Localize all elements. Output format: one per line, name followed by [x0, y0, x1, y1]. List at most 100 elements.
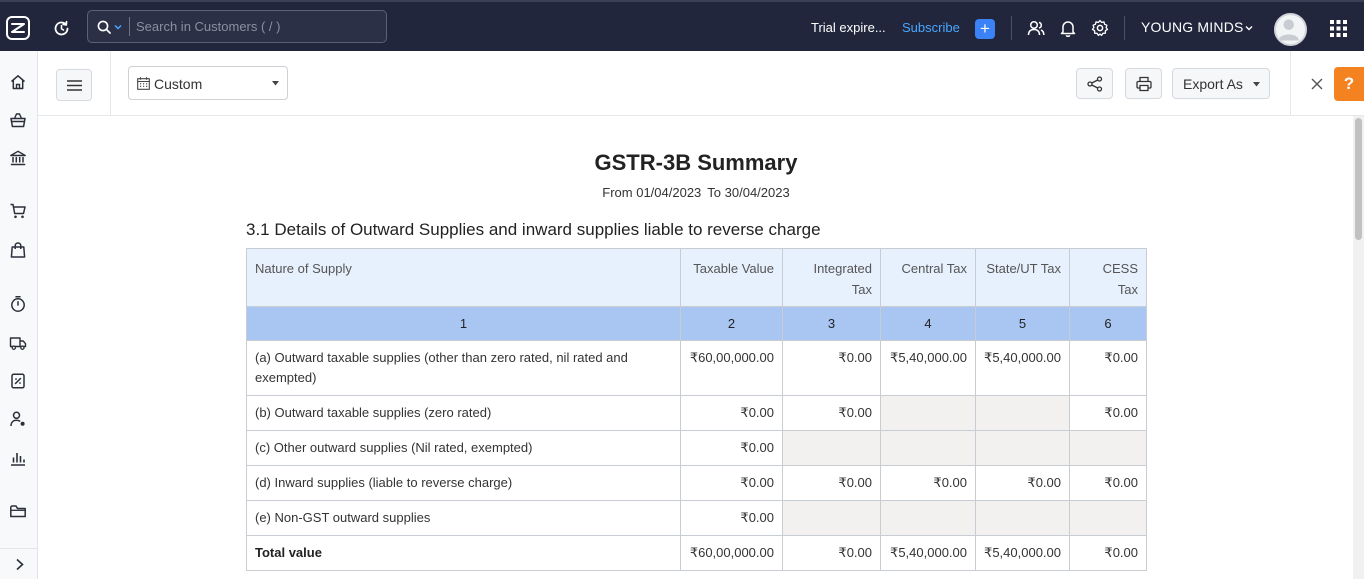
taxable-value-cell: ₹60,00,000.00: [680, 340, 783, 396]
quick-create-button[interactable]: +: [975, 19, 995, 39]
total-label: Total value: [246, 535, 681, 571]
table-header-row: Nature of Supply Taxable Value Integrate…: [246, 248, 1147, 307]
search-scope-chevron-icon[interactable]: [114, 23, 122, 31]
nature-cell: (a) Outward taxable supplies (other than…: [246, 340, 681, 396]
header-cess-tax-line2: Tax: [1117, 282, 1138, 297]
date-range-value: Custom: [154, 76, 203, 92]
outward-supplies-table: Nature of Supply Taxable Value Integrate…: [246, 248, 1147, 571]
folder-icon[interactable]: [9, 502, 27, 520]
header-integrated-tax: Integrated Tax: [782, 248, 881, 307]
table-row: (c) Other outward supplies (Nil rated, e…: [246, 430, 1147, 466]
state-tax-cell: [975, 500, 1070, 536]
cess-tax-cell: ₹0.00: [1069, 465, 1147, 501]
nature-cell: (e) Non-GST outward supplies: [246, 500, 681, 536]
central-tax-cell: [880, 430, 976, 466]
header-central-tax: Central Tax: [880, 248, 976, 307]
close-icon[interactable]: [1311, 78, 1323, 90]
hamburger-icon: [67, 80, 82, 91]
column-number: 3: [782, 306, 881, 341]
toolbar-divider: [110, 51, 111, 116]
nature-cell: (d) Inward supplies (liable to reverse c…: [246, 465, 681, 501]
accountant-icon[interactable]: [9, 410, 27, 428]
export-as-button[interactable]: Export As: [1172, 68, 1270, 99]
report-toolbar: Custom Export As ?: [38, 51, 1364, 116]
left-sidebar: [0, 51, 38, 579]
report-from-date: From 01/04/2023: [602, 185, 702, 200]
document-icon[interactable]: [9, 372, 27, 390]
share-icon: [1087, 76, 1103, 92]
app-launcher-grid-icon[interactable]: [1330, 20, 1347, 37]
nature-cell: (b) Outward taxable supplies (zero rated…: [246, 395, 681, 431]
state-tax-cell: [975, 395, 1070, 431]
nature-cell: (c) Other outward supplies (Nil rated, e…: [246, 430, 681, 466]
date-range-select[interactable]: Custom: [128, 66, 288, 100]
export-as-label: Export As: [1183, 76, 1243, 92]
integrated-tax-cell: [782, 430, 881, 466]
central-tax-cell: ₹0.00: [880, 465, 976, 501]
notifications-bell-icon[interactable]: [1059, 19, 1077, 37]
integrated-tax-cell: [782, 500, 881, 536]
state-tax-cell: ₹0.00: [975, 465, 1070, 501]
column-number-row: 1 2 3 4 5 6: [246, 306, 1147, 341]
cart-icon[interactable]: [9, 202, 27, 220]
table-row: (e) Non-GST outward supplies ₹0.00: [246, 500, 1147, 536]
scrollbar-thumb[interactable]: [1355, 118, 1362, 240]
reports-icon[interactable]: [9, 449, 27, 467]
column-number: 4: [880, 306, 976, 341]
users-icon[interactable]: [1027, 19, 1045, 37]
topbar-divider: [1011, 16, 1012, 40]
printer-icon: [1136, 76, 1152, 92]
taxable-value-cell: ₹0.00: [680, 500, 783, 536]
taxable-value-cell: ₹0.00: [680, 395, 783, 431]
section-title: 3.1 Details of Outward Supplies and inwa…: [246, 220, 821, 239]
search-input[interactable]: [136, 11, 376, 42]
column-number: 2: [680, 306, 783, 341]
vertical-scrollbar[interactable]: [1353, 116, 1364, 579]
report-date-range: From 01/04/2023 To 30/04/2023: [38, 185, 1354, 200]
print-button[interactable]: [1125, 68, 1162, 99]
trial-status-text: Trial expire...: [811, 20, 886, 35]
calendar-icon: [137, 77, 150, 90]
settings-gear-icon[interactable]: [1091, 19, 1109, 37]
organization-switcher[interactable]: YOUNG MINDS: [1141, 19, 1244, 35]
home-icon[interactable]: [9, 73, 27, 91]
state-tax-cell: [975, 430, 1070, 466]
report-title: GSTR-3B Summary: [594, 150, 798, 175]
recent-activity-icon[interactable]: [52, 19, 71, 38]
shopping-bag-icon[interactable]: [9, 241, 27, 259]
truck-icon[interactable]: [9, 334, 27, 352]
table-row: (d) Inward supplies (liable to reverse c…: [246, 465, 1147, 501]
taxable-value-cell: ₹0.00: [680, 430, 783, 466]
chevron-down-icon[interactable]: [1245, 24, 1253, 32]
cess-tax-cell: ₹0.00: [1069, 395, 1147, 431]
header-integrated-tax-line2: Tax: [851, 282, 872, 297]
header-integrated-tax-line1: Integrated: [813, 261, 872, 276]
subscribe-link[interactable]: Subscribe: [902, 20, 960, 35]
report-to-date: To 30/04/2023: [707, 185, 790, 200]
topbar-divider: [1124, 16, 1125, 40]
share-button[interactable]: [1076, 68, 1113, 99]
integrated-tax-cell: ₹0.00: [782, 340, 881, 396]
toolbar-divider: [1290, 51, 1291, 116]
bank-icon[interactable]: [9, 149, 27, 167]
user-avatar[interactable]: [1274, 13, 1307, 46]
shopping-basket-icon[interactable]: [9, 111, 27, 129]
caret-down-icon: [272, 81, 279, 86]
menu-button[interactable]: [56, 69, 92, 101]
taxable-value-cell: ₹0.00: [680, 465, 783, 501]
table-row: (a) Outward taxable supplies (other than…: [246, 340, 1147, 396]
caret-down-icon: [1253, 82, 1260, 87]
help-button[interactable]: ?: [1334, 67, 1364, 101]
global-search: [87, 10, 387, 43]
timer-icon[interactable]: [9, 295, 27, 313]
search-divider: [129, 17, 130, 36]
table-row: (b) Outward taxable supplies (zero rated…: [246, 395, 1147, 431]
top-navigation-bar: Trial expire... Subscribe + YOUNG MINDS: [0, 0, 1364, 51]
column-number: 5: [975, 306, 1070, 341]
sidebar-expand-button[interactable]: [0, 548, 38, 579]
column-number: 6: [1069, 306, 1147, 341]
search-icon[interactable]: [97, 20, 111, 34]
central-tax-cell: [880, 395, 976, 431]
app-logo-icon[interactable]: [5, 15, 31, 41]
total-cess-tax: ₹0.00: [1069, 535, 1147, 571]
